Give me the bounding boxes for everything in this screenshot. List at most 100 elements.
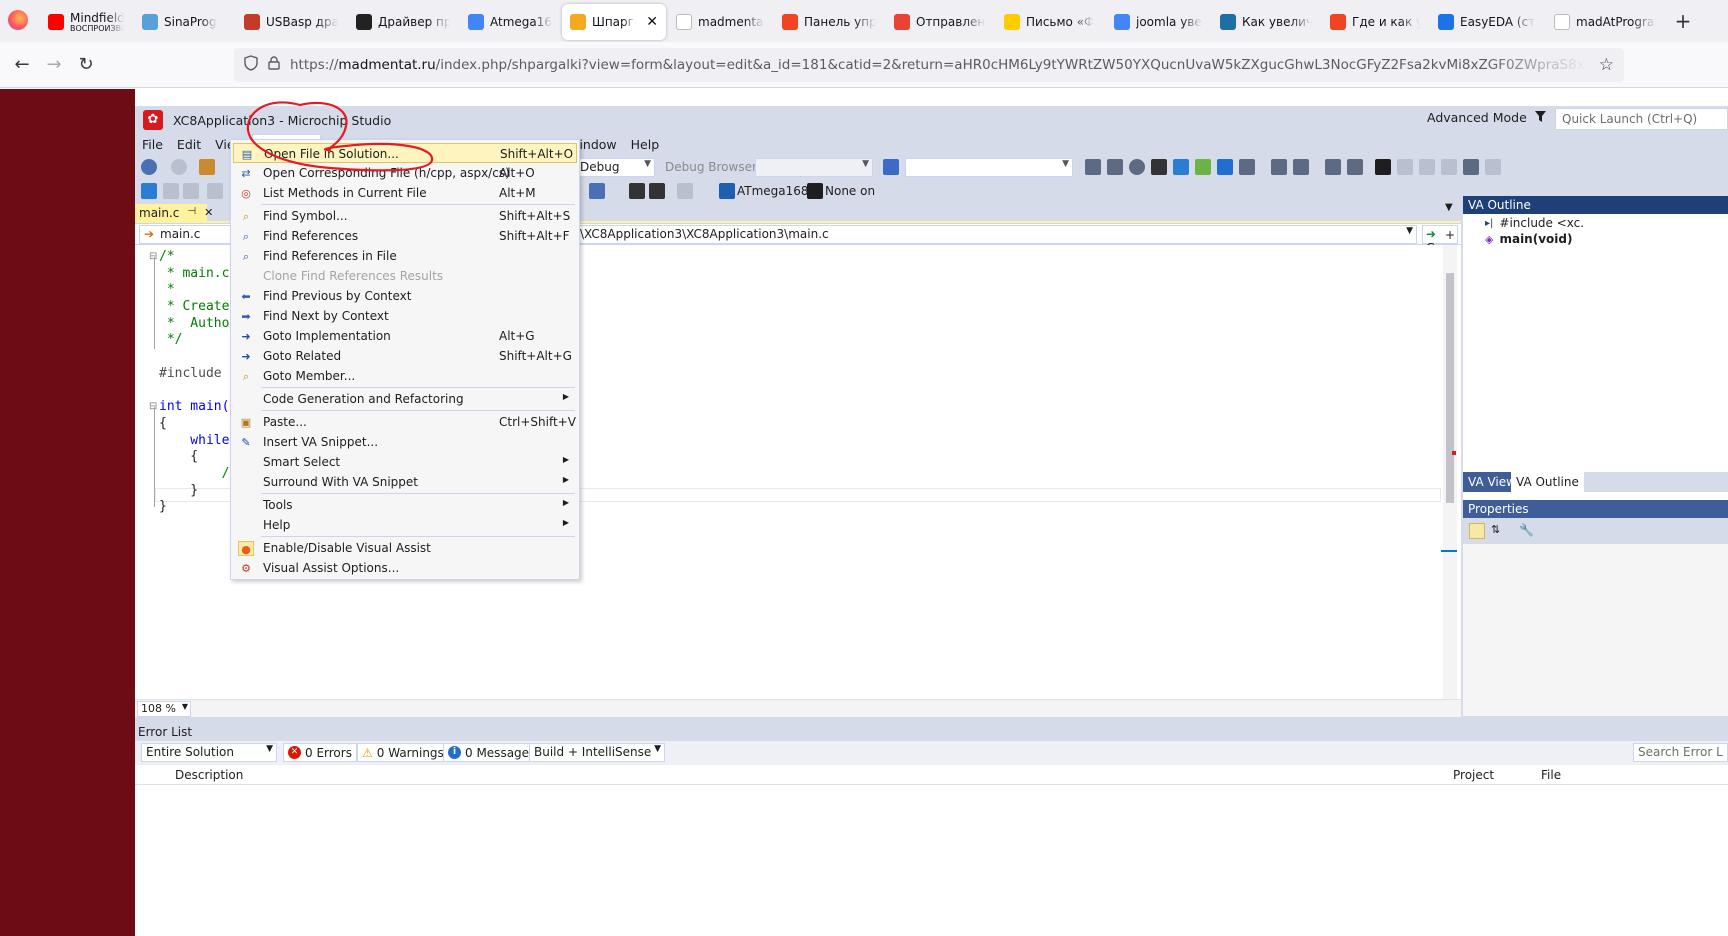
browser-tab[interactable]: SinaProg xyxy=(134,4,234,40)
code-line[interactable]: * Author xyxy=(159,316,237,333)
forward-button[interactable]: → xyxy=(40,51,68,79)
code-line[interactable]: while( xyxy=(159,433,237,450)
file-selector[interactable]: ➔ main.c xyxy=(139,225,243,244)
disassembly-icon[interactable] xyxy=(677,183,693,199)
address-bar[interactable]: https://madmentat.ru/index.php/shpargalk… xyxy=(234,48,1624,82)
menu-item-goto-related[interactable]: ➜ Goto Related Shift+Alt+G xyxy=(233,346,577,366)
sort-alpha-icon[interactable]: ⇅ xyxy=(1491,523,1507,539)
code-line[interactable]: * main.c xyxy=(159,266,237,283)
pause-icon[interactable] xyxy=(163,183,179,199)
pin-icon[interactable]: ⊣ xyxy=(187,206,196,220)
tool-icon[interactable] xyxy=(807,183,823,199)
device-chip-icon[interactable] xyxy=(719,183,735,199)
menu-item-enable-disable-visual-assist[interactable]: ● Enable/Disable Visual Assist xyxy=(233,538,577,558)
browser-tab[interactable]: Отправлен xyxy=(886,4,994,40)
editor-scrollbar[interactable] xyxy=(1441,245,1457,699)
outline-item-include[interactable]: ▸| #include <xc. xyxy=(1485,216,1584,230)
stop-icon[interactable] xyxy=(183,183,199,199)
tab-overflow-icon[interactable]: ▼ xyxy=(1445,202,1453,213)
property-pages-icon[interactable]: 🔧 xyxy=(1519,523,1535,539)
device-name[interactable]: ATmega168P xyxy=(737,184,816,198)
clear-bookmarks-icon[interactable] xyxy=(1485,159,1501,175)
menu-item-find-next-by-context[interactable]: ➡ Find Next by Context xyxy=(233,306,577,326)
find-in-files-icon[interactable] xyxy=(883,159,899,175)
code-line[interactable]: int main(v xyxy=(159,399,237,416)
errors-filter-button[interactable]: ✕ 0 Errors xyxy=(283,743,357,762)
menu-item-open-corresponding-file-h-cpp-aspx-cs[interactable]: ⇄ Open Corresponding File (h/cpp, aspx/cs… xyxy=(233,163,577,183)
browser-tab[interactable]: joomla увел xyxy=(1106,4,1210,40)
bookmark-star-icon[interactable]: ☆ xyxy=(1599,55,1614,75)
uncomment-icon[interactable] xyxy=(1347,159,1363,175)
start-debugging-icon[interactable] xyxy=(141,183,157,199)
menu-item-insert-va-snippet[interactable]: ✎ Insert VA Snippet... xyxy=(233,432,577,452)
outdent-icon[interactable] xyxy=(1293,159,1309,175)
lock-icon[interactable] xyxy=(268,56,280,74)
menu-item-find-symbol[interactable]: ⌕ Find Symbol... Shift+Alt+S xyxy=(233,206,577,226)
menu-edit[interactable]: Edit xyxy=(170,134,208,156)
bookmark-icon[interactable] xyxy=(1375,159,1391,175)
code-line[interactable]: * Created xyxy=(159,299,237,316)
code-line[interactable]: } xyxy=(159,499,237,516)
bookmark-folder-icon[interactable] xyxy=(1441,159,1457,175)
close-icon[interactable]: ✕ xyxy=(204,206,213,220)
menu-item-find-references-in-file[interactable]: ⌕ Find References in File xyxy=(233,246,577,266)
file-path-combo[interactable]: \XC8Application3\XC8Application3\main.c ▼ xyxy=(575,225,1417,244)
menu-file[interactable]: File xyxy=(135,134,170,156)
wrench-icon[interactable] xyxy=(1107,159,1123,175)
browser-tab[interactable]: Atmega168 xyxy=(460,4,560,40)
menu-item-find-references[interactable]: ⌕ Find References Shift+Alt+F xyxy=(233,226,577,246)
tool-name[interactable]: None on xyxy=(825,184,875,198)
find-combo[interactable]: ▼ xyxy=(905,158,1073,177)
step-icon[interactable] xyxy=(207,183,223,199)
menu-item-find-previous-by-context[interactable]: ⬅ Find Previous by Context xyxy=(233,286,577,306)
debug-target-combo[interactable]: ▼ xyxy=(755,158,873,177)
browser-tab[interactable]: madAtProgram xyxy=(1546,4,1664,40)
code-line[interactable]: #include < xyxy=(159,366,237,383)
solution-config-combo[interactable]: Debug ▼ xyxy=(575,158,655,177)
code-line[interactable]: } xyxy=(159,483,237,500)
menu-help[interactable]: Help xyxy=(624,134,667,156)
device-programming-icon[interactable] xyxy=(1085,159,1101,175)
code-line[interactable]: /* xyxy=(159,249,237,266)
menu-item-paste[interactable]: ▣ Paste... Ctrl+Shift+V xyxy=(233,412,577,432)
processor-view-icon[interactable] xyxy=(649,183,665,199)
browser-tab[interactable]: Как увелич xyxy=(1212,4,1320,40)
column-description[interactable]: Description xyxy=(175,768,243,782)
new-project-icon[interactable] xyxy=(199,159,215,175)
navigate-forward-icon[interactable] xyxy=(171,159,187,175)
quick-launch-input[interactable]: Quick Launch (Ctrl+Q) xyxy=(1555,108,1728,130)
menu-item-visual-assist-options[interactable]: ⚙ Visual Assist Options... xyxy=(233,558,577,578)
code-line[interactable] xyxy=(159,349,237,366)
toggle-bookmarks-icon[interactable] xyxy=(1463,159,1479,175)
window-layout-icon[interactable] xyxy=(1239,159,1255,175)
zoom-combo[interactable]: 108 % ▼ xyxy=(137,701,191,717)
settings-icon[interactable] xyxy=(1129,159,1145,175)
memory-icon[interactable] xyxy=(589,183,605,199)
browser-tab[interactable]: EasyEDA (ст xyxy=(1430,4,1544,40)
code-line[interactable]: */ xyxy=(159,332,237,349)
menu-item-goto-member[interactable]: ⌕ Goto Member... xyxy=(233,366,577,386)
comment-icon[interactable] xyxy=(1325,159,1341,175)
code-line[interactable]: { xyxy=(159,449,237,466)
shield-icon[interactable] xyxy=(244,55,258,75)
code-text[interactable]: /* * main.c * * Created * Author */ #incl… xyxy=(159,249,237,516)
browser-tab[interactable]: madmentat.ru/ xyxy=(668,4,772,40)
menu-item-goto-implementation[interactable]: ➜ Goto Implementation Alt+G xyxy=(233,326,577,346)
url-text[interactable]: https://madmentat.ru/index.php/shpargalk… xyxy=(290,57,1589,73)
scroll-thumb[interactable] xyxy=(1446,273,1454,503)
menu-item-code-generation-and-refactoring[interactable]: Code Generation and Refactoring ▶ xyxy=(233,389,577,409)
browser-tab[interactable]: USBasp дра xyxy=(236,4,346,40)
chip-icon[interactable] xyxy=(1151,159,1167,175)
warnings-filter-button[interactable]: ⚠ 0 Warnings xyxy=(357,743,449,762)
outline-item-main[interactable]: ◈ main(void) xyxy=(1485,232,1572,246)
code-line[interactable]: // xyxy=(159,466,238,483)
firefox-menu-icon[interactable] xyxy=(8,10,28,30)
menu-item-open-file-in-solution[interactable]: ▤ Open File in Solution... Shift+Alt+O xyxy=(233,143,577,163)
mcc-icon[interactable] xyxy=(1217,159,1233,175)
new-tab-button[interactable]: + xyxy=(1670,8,1696,34)
menu-item-surround-with-va-snippet[interactable]: Surround With VA Snippet ▶ xyxy=(233,472,577,492)
close-tab-icon[interactable]: ✕ xyxy=(646,14,658,30)
io-view-icon[interactable] xyxy=(629,183,645,199)
extension-icon[interactable] xyxy=(1173,159,1189,175)
browser-tab[interactable]: Где и как ул xyxy=(1322,4,1428,40)
